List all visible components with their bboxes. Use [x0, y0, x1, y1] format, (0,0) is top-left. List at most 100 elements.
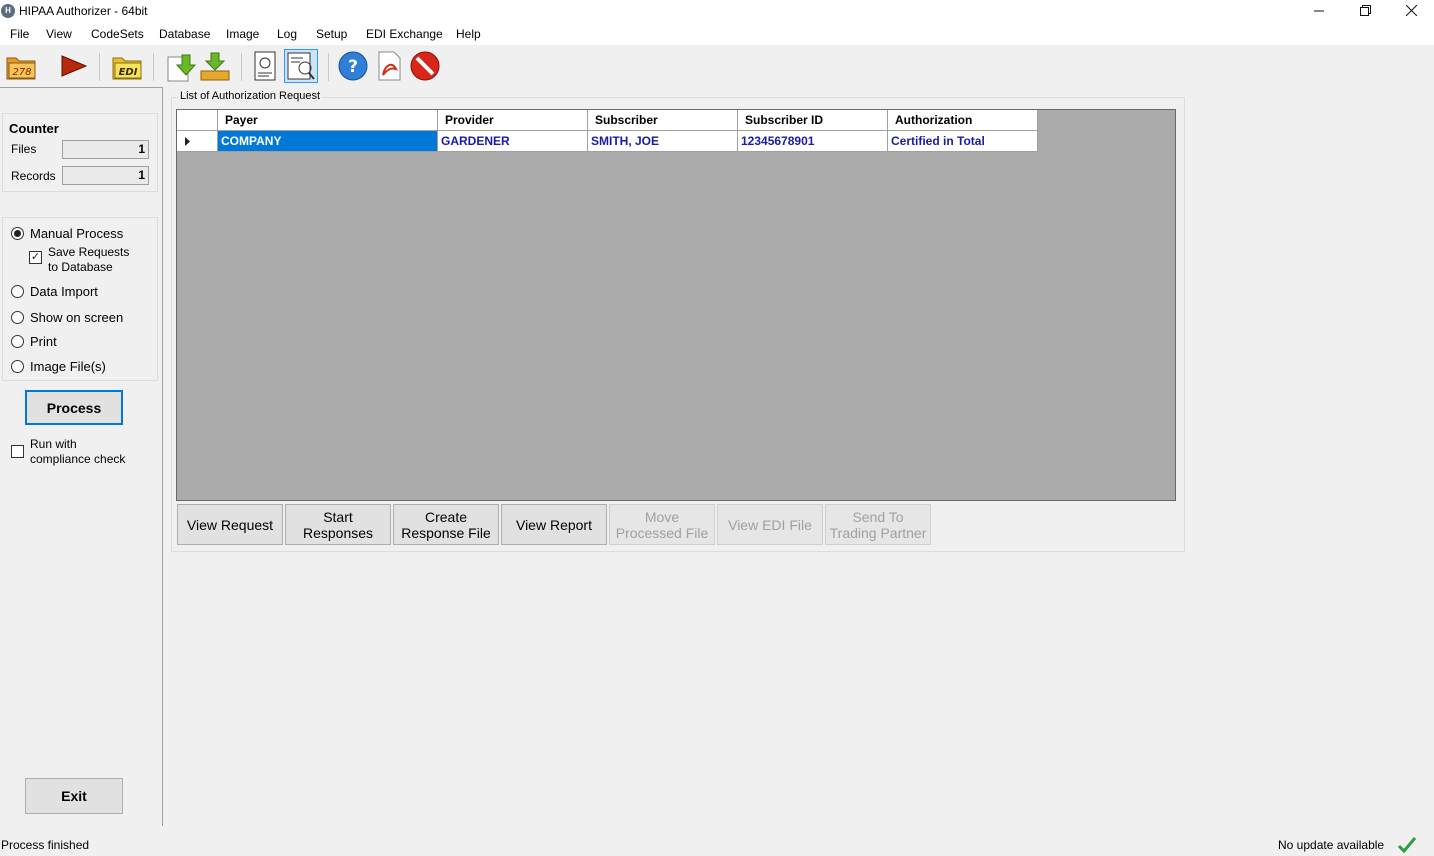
create-response-file-label-line2: Response File	[401, 524, 491, 541]
files-label: Files	[11, 142, 37, 156]
move-processed-file-label-line2: Processed File	[615, 524, 709, 541]
restore-button[interactable]	[1342, 0, 1388, 23]
open-278-button[interactable]: 278	[4, 49, 38, 83]
column-header-provider[interactable]: Provider	[438, 110, 588, 131]
show-on-screen-label: Show on screen	[30, 310, 124, 325]
image-files-radio[interactable]	[11, 360, 24, 373]
table-cell-subscriber-id[interactable]: 12345678901	[738, 131, 888, 152]
inspect-icon	[254, 51, 276, 81]
compliance-check-checkbox[interactable]	[11, 445, 24, 458]
status-bar: Process finished No update available	[0, 833, 1434, 856]
title-bar: H HIPAA Authorizer - 64bit	[0, 0, 1434, 23]
open-edi-icon: EDI	[112, 57, 142, 80]
process-options-group	[2, 217, 158, 381]
open-edi-icon-label: EDI	[119, 67, 138, 78]
toolbar-separator	[328, 53, 329, 81]
pdf-icon	[378, 51, 401, 81]
app-icon: H	[1, 4, 15, 18]
compliance-label-line1: Run with	[30, 437, 77, 451]
data-import-radio[interactable]	[11, 285, 24, 298]
minimize-button[interactable]	[1296, 0, 1342, 23]
minimize-icon	[1314, 10, 1324, 12]
status-message: Process finished	[1, 838, 90, 852]
view-edi-file-button[interactable]: View EDI File	[717, 504, 823, 545]
run-button[interactable]	[56, 49, 90, 83]
menu-database[interactable]: Database	[159, 27, 210, 41]
menu-bar: File View CodeSets Database Image Log Se…	[0, 23, 1434, 45]
move-processed-file-button[interactable]: Move Processed File	[609, 504, 715, 545]
export-icon	[200, 52, 230, 81]
menu-file[interactable]: File	[10, 27, 29, 41]
inspect-button[interactable]	[249, 49, 283, 83]
group-title: List of Authorization Request	[178, 90, 323, 102]
menu-edi-exchange[interactable]: EDI Exchange	[366, 27, 443, 41]
records-count-field: 1	[62, 166, 149, 185]
manual-process-label: Manual Process	[30, 226, 124, 241]
image-files-label: Image File(s)	[30, 359, 106, 374]
open-edi-button[interactable]: EDI	[110, 49, 144, 83]
certificate-icon	[287, 52, 315, 80]
view-report-button[interactable]: View Report	[501, 504, 607, 545]
show-on-screen-radio[interactable]	[11, 311, 24, 324]
print-radio[interactable]	[11, 335, 24, 348]
toolbar-separator	[241, 53, 242, 81]
close-icon	[1405, 4, 1417, 17]
close-button[interactable]	[1388, 0, 1434, 23]
import-icon	[167, 54, 197, 82]
menu-setup[interactable]: Setup	[316, 27, 347, 41]
help-icon-label: ?	[348, 57, 358, 77]
column-header-payer[interactable]: Payer	[218, 110, 438, 131]
move-processed-file-label-line1: Move	[644, 508, 680, 525]
view-edi-file-label: View EDI File	[728, 516, 812, 533]
row-indicator[interactable]	[177, 131, 218, 152]
stop-button[interactable]	[408, 49, 442, 83]
authorization-grid[interactable]: Payer Provider Subscriber Subscriber ID …	[176, 109, 1176, 501]
save-requests-checkbox[interactable]: ✓	[29, 251, 42, 264]
menu-image[interactable]: Image	[226, 27, 259, 41]
import-button[interactable]	[164, 49, 198, 83]
open-278-icon: 278	[6, 57, 36, 80]
start-responses-label-line1: Start	[323, 508, 353, 525]
create-response-file-label-line1: Create	[424, 508, 468, 525]
create-response-file-button[interactable]: Create Response File	[393, 504, 499, 545]
table-cell-provider[interactable]: GARDENER	[438, 131, 588, 152]
view-request-label: View Request	[186, 516, 274, 533]
update-status: No update available	[1278, 838, 1385, 852]
exit-button[interactable]: Exit	[25, 778, 123, 814]
menu-log[interactable]: Log	[277, 27, 297, 41]
menu-view[interactable]: View	[46, 27, 72, 41]
column-header-subscriber[interactable]: Subscriber	[588, 110, 738, 131]
send-to-trading-partner-label-line1: Send To	[852, 508, 904, 525]
start-responses-button[interactable]: Start Responses	[285, 504, 391, 545]
print-label: Print	[30, 334, 57, 349]
column-header-authorization[interactable]: Authorization	[888, 110, 1038, 131]
manual-process-radio[interactable]	[11, 227, 24, 240]
current-row-arrow-icon	[185, 137, 190, 146]
table-cell-payer[interactable]: COMPANY	[218, 131, 438, 152]
view-request-button[interactable]: View Request	[177, 504, 283, 545]
export-button[interactable]	[198, 49, 232, 83]
view-report-label: View Report	[515, 516, 592, 533]
pdf-button[interactable]	[372, 49, 406, 83]
start-responses-label-line2: Responses	[302, 524, 374, 541]
menu-help[interactable]: Help	[456, 27, 481, 41]
certificate-button[interactable]	[284, 49, 318, 83]
stop-icon	[410, 51, 440, 81]
toolbar-separator	[153, 53, 154, 81]
table-cell-authorization[interactable]: Certified in Total	[888, 131, 1038, 152]
send-to-trading-partner-label-line2: Trading Partner	[829, 524, 927, 541]
left-panel: Counter Files 1 Records 1 Manual Process…	[0, 87, 163, 826]
table-cell-subscriber[interactable]: SMITH, JOE	[588, 131, 738, 152]
help-icon: ?	[338, 51, 368, 81]
help-button[interactable]: ?	[336, 49, 370, 83]
column-header-subscriber-id[interactable]: Subscriber ID	[738, 110, 888, 131]
row-header-corner	[177, 110, 218, 131]
send-to-trading-partner-button[interactable]: Send To Trading Partner	[825, 504, 931, 545]
process-button[interactable]: Process	[25, 390, 123, 425]
toolbar: 278 EDI ?	[0, 45, 1434, 87]
files-count-field: 1	[62, 140, 149, 159]
counter-title: Counter	[9, 121, 59, 136]
menu-codesets[interactable]: CodeSets	[91, 27, 144, 41]
toolbar-separator	[99, 53, 100, 81]
window-title: HIPAA Authorizer - 64bit	[19, 4, 148, 18]
